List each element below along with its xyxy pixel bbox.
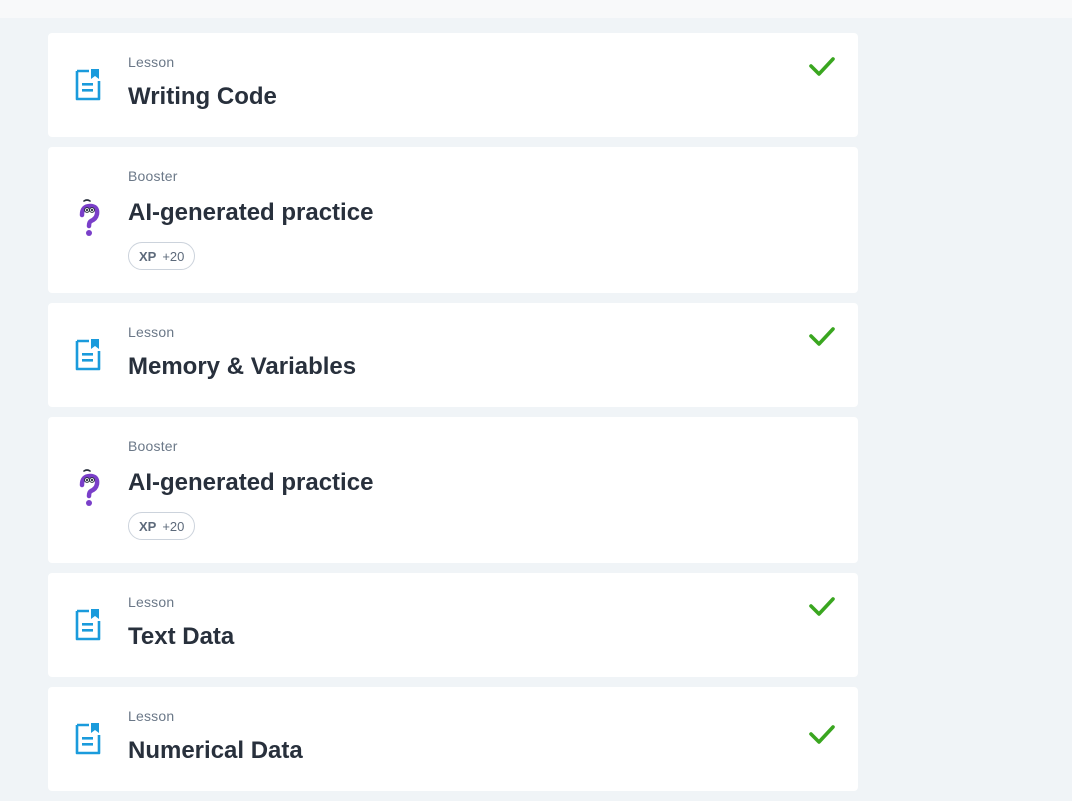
xp-value: +20 <box>162 518 185 534</box>
course-item-list: Lesson Writing Code Booster AI-generated… <box>48 33 858 801</box>
lesson-document-icon <box>74 337 102 373</box>
checkmark-icon <box>808 55 836 79</box>
item-kind-label: Lesson <box>128 54 175 70</box>
xp-label: XP <box>139 248 157 264</box>
course-item-ai-practice-1[interactable]: Booster AI-generated practice XP +20 <box>48 147 858 293</box>
checkmark-icon <box>808 595 836 619</box>
item-title: Text Data <box>128 623 235 650</box>
item-title: Memory & Variables <box>128 353 357 380</box>
xp-badge: XP +20 <box>128 242 196 270</box>
checkmark-icon <box>808 325 836 349</box>
checkmark-icon <box>808 723 836 747</box>
course-item-ai-practice-2[interactable]: Booster AI-generated practice XP +20 <box>48 417 858 563</box>
course-item-writing-code[interactable]: Lesson Writing Code <box>48 33 858 137</box>
item-title: AI-generated practice <box>128 199 374 226</box>
course-item-text-data[interactable]: Lesson Text Data <box>48 573 858 677</box>
xp-value: +20 <box>162 248 185 264</box>
course-item-numerical-data[interactable]: Lesson Numerical Data <box>48 687 858 791</box>
xp-badge: XP +20 <box>128 512 196 540</box>
lesson-document-icon <box>74 607 102 643</box>
xp-label: XP <box>139 518 157 534</box>
item-kind-label: Booster <box>128 168 178 184</box>
item-kind-label: Lesson <box>128 324 175 340</box>
question-mark-character-icon <box>76 469 102 509</box>
item-title: Writing Code <box>128 83 277 110</box>
item-kind-label: Booster <box>128 438 178 454</box>
question-mark-character-icon <box>76 199 102 239</box>
top-bar <box>0 0 1072 18</box>
item-kind-label: Lesson <box>128 708 175 724</box>
course-item-memory-variables[interactable]: Lesson Memory & Variables <box>48 303 858 407</box>
item-title: Numerical Data <box>128 737 303 764</box>
item-kind-label: Lesson <box>128 594 175 610</box>
item-title: AI-generated practice <box>128 469 374 496</box>
lesson-document-icon <box>74 67 102 103</box>
lesson-document-icon <box>74 721 102 757</box>
